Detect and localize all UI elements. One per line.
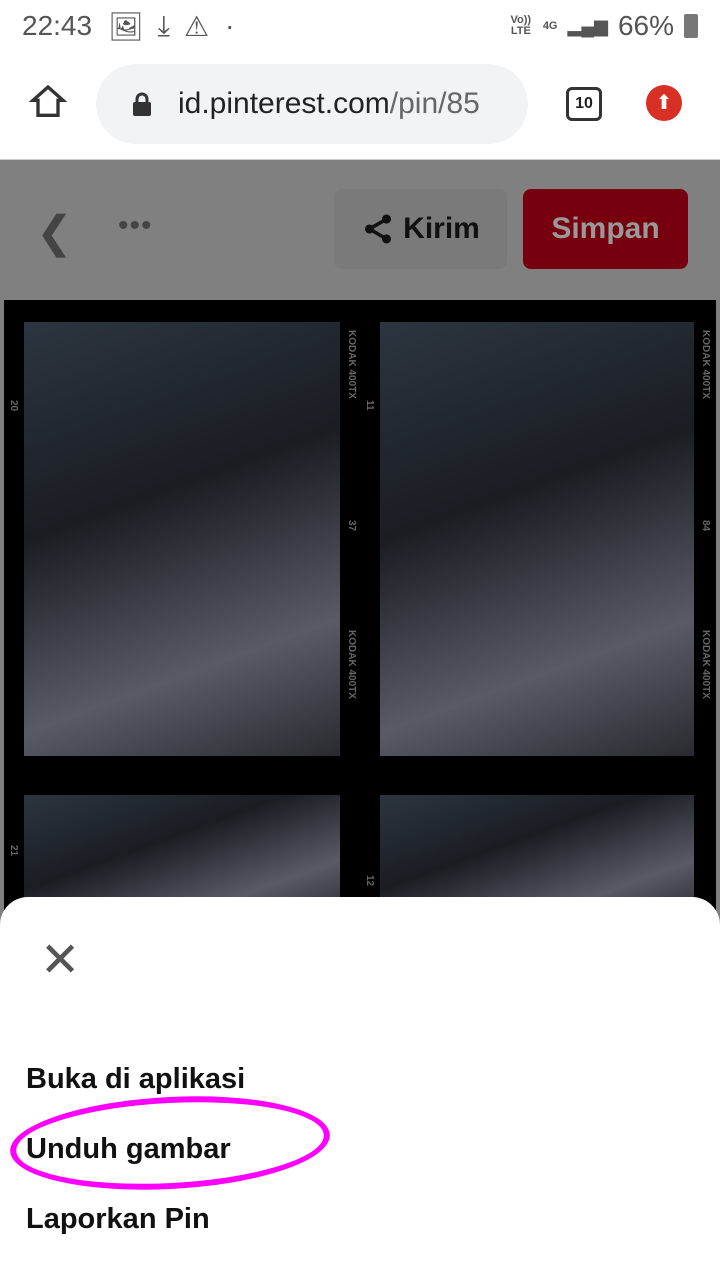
network-type: 4G <box>542 19 558 32</box>
save-button[interactable]: Simpan <box>523 189 688 269</box>
address-bar[interactable]: id.pinterest.com/pin/85 <box>96 64 528 144</box>
frame-number: 12 <box>364 875 375 887</box>
pin-image[interactable]: KODAK 400TX KODAK 400TX KODAK 400TX KODA… <box>4 300 716 920</box>
volte-icon: Vo)) LTE <box>510 14 532 37</box>
film-brand: KODAK 400TX <box>346 330 357 399</box>
close-icon[interactable]: ✕ <box>40 937 80 985</box>
frame-number: 37 <box>346 520 357 532</box>
pin-toolbar: ❮ ••• Kirim Simpan <box>0 161 720 297</box>
url-path: /pin/85 <box>389 87 480 120</box>
battery-icon <box>684 14 698 38</box>
status-bar: 22:43 🖼 ⤓ ⚠ · Vo)) LTE 4G ▂▄▆ 66% <box>0 0 720 52</box>
film-brand: KODAK 400TX <box>700 630 711 699</box>
film-frame <box>380 322 694 756</box>
share-icon <box>365 214 392 244</box>
report-pin-item[interactable]: Laporkan Pin <box>26 1203 210 1236</box>
highlight-annotation <box>7 1088 333 1198</box>
lock-icon <box>133 92 151 116</box>
tab-switcher-button[interactable]: 10 <box>566 87 602 121</box>
image-icon: 🖼 <box>108 10 144 42</box>
dot-icon: · <box>225 10 235 41</box>
film-frame <box>24 322 340 756</box>
back-chevron-icon[interactable]: ❮ <box>36 207 73 258</box>
frame-number: 21 <box>8 845 19 857</box>
send-button[interactable]: Kirim <box>334 189 507 269</box>
frame-number: 84 <box>700 520 711 532</box>
signal-icon: ▂▄▆ <box>567 15 608 36</box>
options-bottom-sheet: ✕ Buka di aplikasi Unduh gambar Laporkan… <box>0 897 720 1280</box>
download-icon: ⤓ <box>157 9 171 41</box>
clock: 22:43 <box>22 10 93 41</box>
home-icon[interactable] <box>28 82 68 122</box>
battery-level: 66% <box>617 10 674 41</box>
more-options-icon[interactable]: ••• <box>118 209 153 243</box>
open-in-app-item[interactable]: Buka di aplikasi <box>26 1063 245 1096</box>
film-brand: KODAK 400TX <box>700 330 711 399</box>
browser-toolbar: id.pinterest.com/pin/85 10 ⬆ <box>0 52 720 160</box>
film-brand: KODAK 400TX <box>346 630 357 699</box>
warning-icon: ⚠ <box>184 10 210 42</box>
url-domain: id.pinterest.com <box>178 87 390 120</box>
frame-number: 20 <box>8 400 19 412</box>
frame-number: 11 <box>364 400 375 411</box>
send-label: Kirim <box>403 212 480 245</box>
update-arrow-icon[interactable]: ⬆ <box>646 85 682 121</box>
